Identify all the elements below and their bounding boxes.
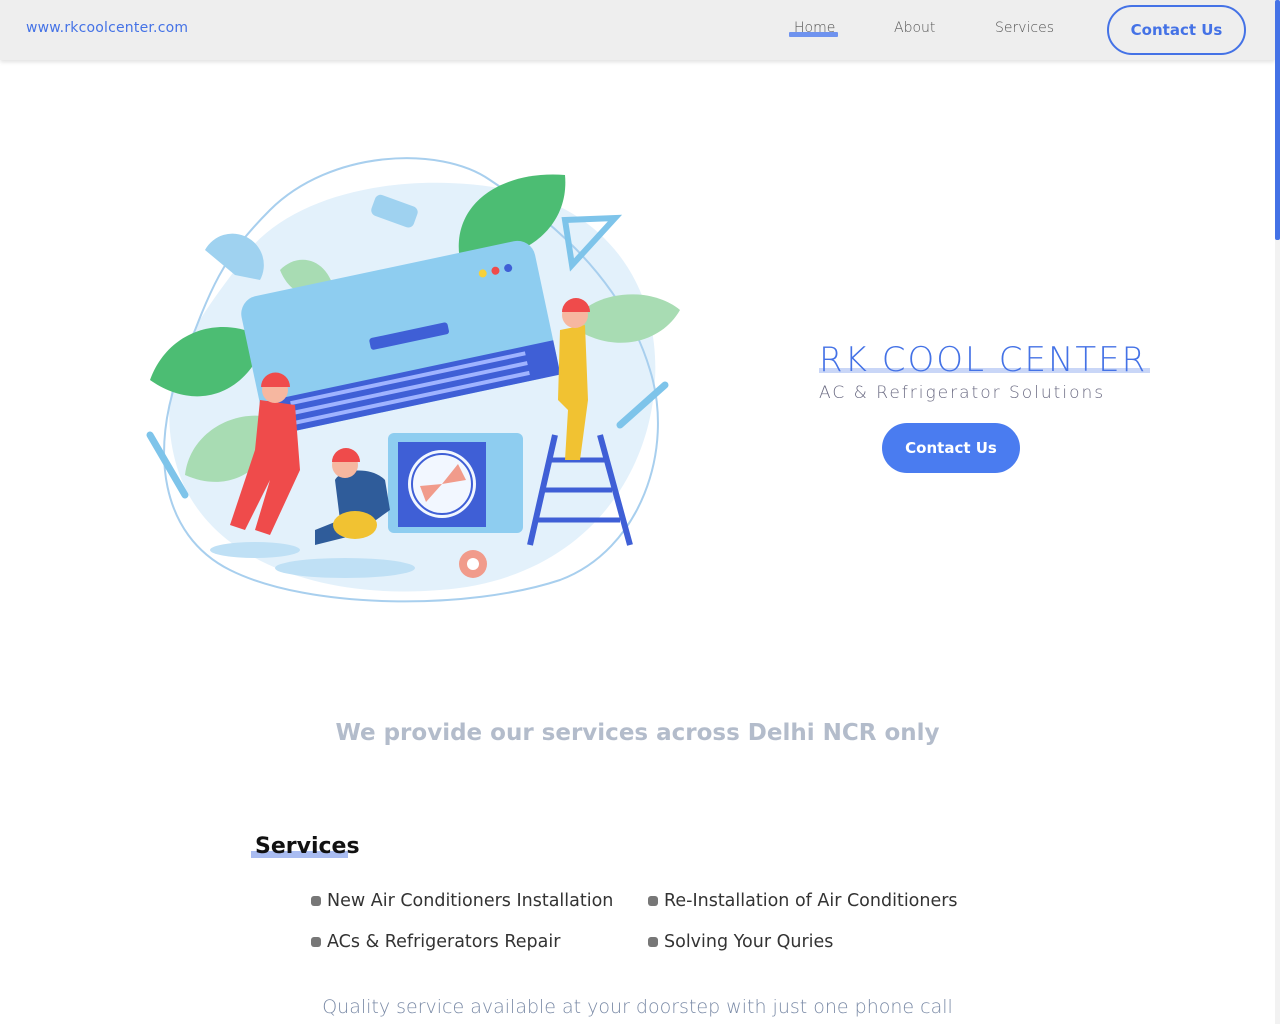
nav-services-link[interactable]: Services [995,20,1054,36]
nav-home-link[interactable]: Home [794,20,835,36]
service-item: Re-Installation of Air Conditioners [648,891,958,911]
service-item: Solving Your Quries [648,932,833,952]
navbar: www.rkcoolcenter.com Home About Services… [0,0,1275,60]
service-item-label: Re-Installation of Air Conditioners [664,891,958,911]
nav-contact-button[interactable]: Contact Us [1107,5,1246,55]
scrollbar-thumb[interactable] [1275,0,1280,240]
brand-url-link[interactable]: www.rkcoolcenter.com [26,20,188,36]
coverage-statement: We provide our services across Delhi NCR… [335,720,940,746]
bullet-icon [648,896,658,906]
bullet-icon [311,896,321,906]
hero-illustration [146,157,680,603]
hero-title: RK COOL CENTER [819,340,1148,380]
hero-contact-button[interactable]: Contact Us [882,423,1020,473]
service-item: New Air Conditioners Installation [311,891,613,911]
bullet-icon [648,937,658,947]
service-item-label: ACs & Refrigerators Repair [327,932,561,952]
service-item: ACs & Refrigerators Repair [311,932,560,952]
nav-about-link[interactable]: About [894,20,935,36]
page-scrollbar[interactable] [1275,0,1280,1024]
hero-subtitle: AC & Refrigerator Solutions [819,383,1106,403]
bullet-icon [311,937,321,947]
service-item-label: New Air Conditioners Installation [327,891,614,911]
service-item-label: Solving Your Quries [664,932,834,952]
tagline: Quality service available at your doorst… [322,996,953,1018]
services-heading: Services [255,834,360,859]
